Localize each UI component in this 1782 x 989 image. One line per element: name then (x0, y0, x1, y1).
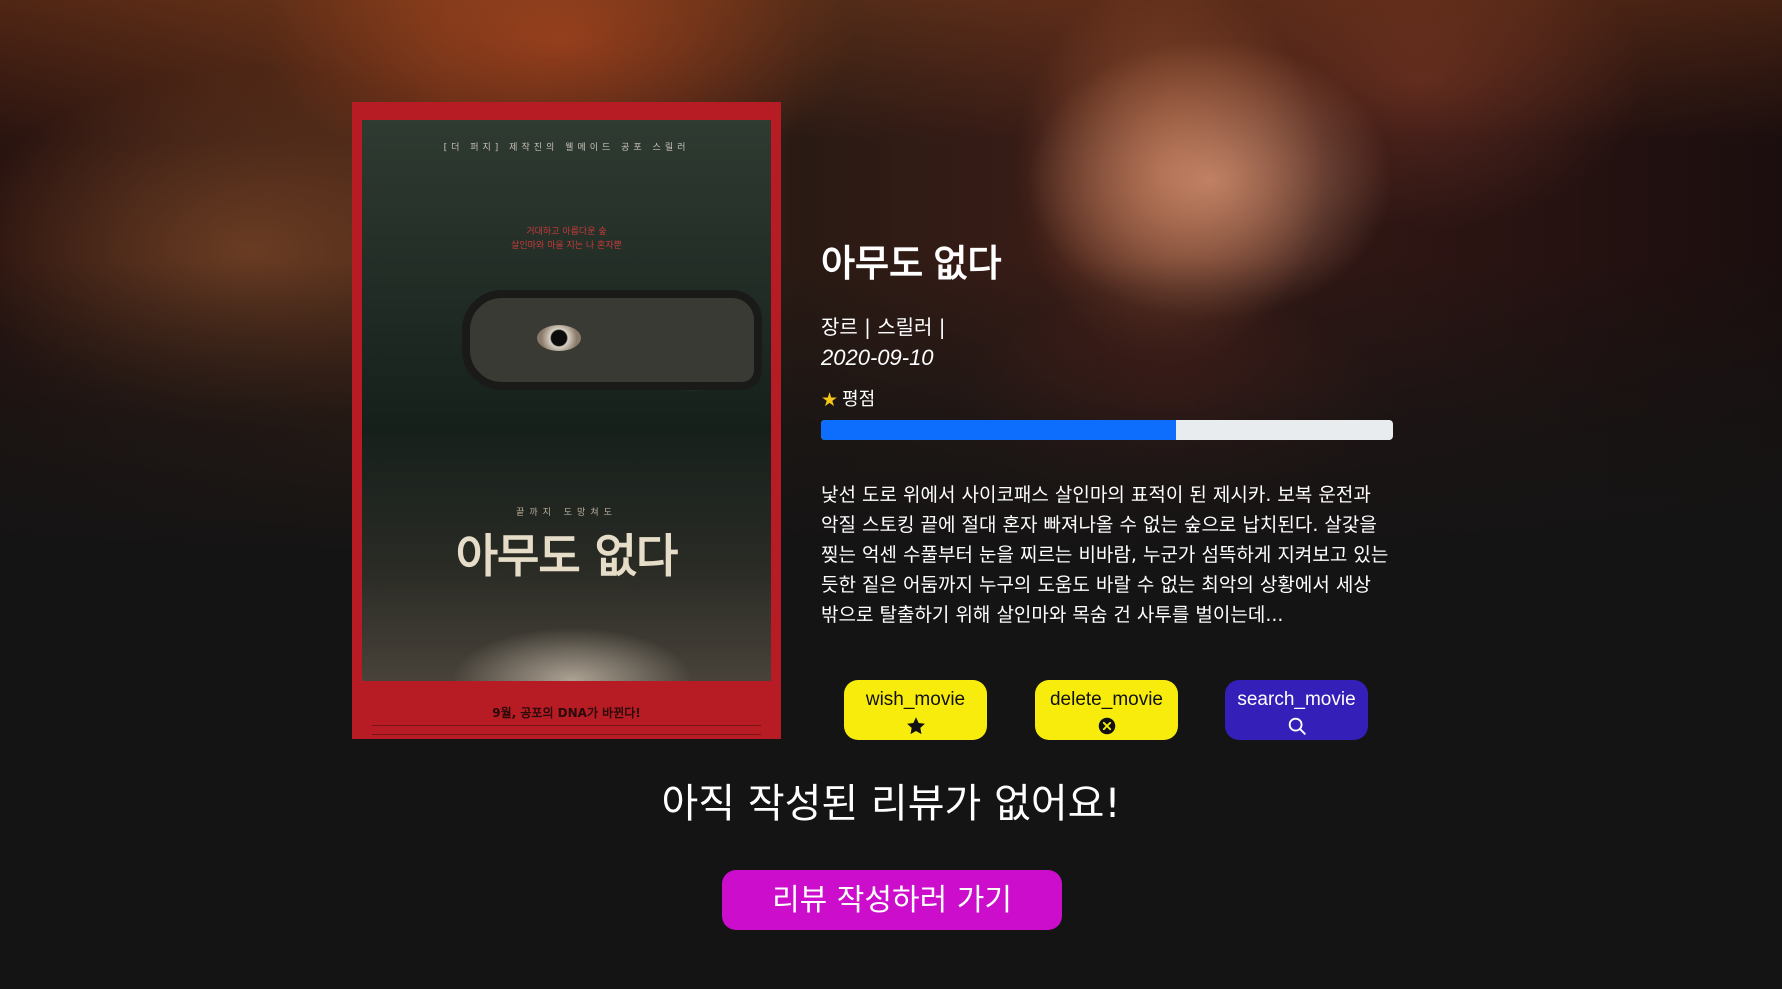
no-reviews-message: 아직 작성된 리뷰가 없어요! (661, 781, 1121, 827)
movie-release-date: 2020-09-10 (821, 345, 934, 370)
movie-overview: 낯선 도로 위에서 사이코패스 살인마의 표적이 된 제시카. 보복 운전과 악… (821, 484, 1389, 626)
delete-movie-label: delete_movie (1049, 688, 1164, 710)
movie-title: 아무도 없다 (821, 243, 1002, 284)
poster-subtitle: 끝까지 도망쳐도 (516, 508, 617, 518)
poster-tagline-2: 살인마와 마을 지는 나 혼자뿐 (511, 241, 622, 251)
movie-detail-page: [더 퍼지] 제작진의 웰메이드 공포 스릴러 거대하고 아름다운 숲 살인마와… (0, 0, 1782, 989)
poster-tagline-1: 거대하고 아름다운 숲 (526, 227, 607, 237)
action-buttons: wish_movie delete_movie search_movie (844, 680, 1374, 740)
poster-top-line: [더 퍼지] 제작진의 웰메이드 공포 스릴러 (443, 143, 690, 153)
delete-movie-button[interactable]: delete_movie (1035, 680, 1178, 740)
rating-label: ★ 평점 (821, 388, 1393, 412)
star-icon (906, 716, 925, 734)
poster-artwork: [더 퍼지] 제작진의 웰메이드 공포 스릴러 거대하고 아름다운 숲 살인마와… (362, 120, 771, 681)
movie-genre: 장르 | 스릴러 | (821, 315, 946, 339)
movie-poster: [더 퍼지] 제작진의 웰메이드 공포 스릴러 거대하고 아름다운 숲 살인마와… (352, 102, 781, 739)
poster-rearview-mirror (462, 290, 762, 390)
search-icon (1288, 717, 1306, 735)
poster-title: 아무도 없다 (455, 529, 679, 583)
movie-info: 아무도 없다 장르 | 스릴러 | 2020-09-10 ★ 평점 낯선 도로 … (821, 240, 1393, 630)
rating-progress-bar (821, 420, 1393, 440)
wish-movie-label: wish_movie (865, 688, 966, 710)
x-circle-icon (1098, 717, 1115, 734)
poster-eye (537, 325, 581, 351)
wish-movie-button[interactable]: wish_movie (844, 680, 987, 740)
rating-progress-fill (821, 420, 1176, 440)
search-movie-label: search_movie (1237, 688, 1356, 710)
search-movie-button[interactable]: search_movie (1225, 680, 1368, 740)
poster-bottom-line: 9월, 공포의 DNA가 바뀐다! (492, 706, 641, 720)
poster-tagline: 거대하고 아름다운 숲 살인마와 마을 지는 나 혼자뿐 (362, 225, 771, 253)
star-icon: ★ (821, 389, 839, 411)
poster-credits (372, 725, 761, 735)
rating-label-text: 평점 (842, 389, 876, 410)
write-review-button[interactable]: 리뷰 작성하러 가기 (722, 870, 1062, 930)
